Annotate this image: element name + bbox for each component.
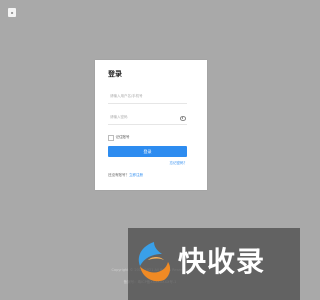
password-field[interactable]: 请输入密码 bbox=[108, 113, 187, 125]
app-logo-icon: ▪ bbox=[8, 8, 16, 17]
password-placeholder: 请输入密码 bbox=[110, 115, 128, 119]
login-links: 还没有账号？立即注册 忘记密码？ bbox=[108, 161, 188, 177]
login-card: 登录 请输入用户名/手机号 请输入密码 记住账号 登录 还没有账号？立即注册 忘… bbox=[95, 60, 207, 190]
watermark-overlay: 快收录 bbox=[128, 228, 300, 300]
remember-checkbox[interactable] bbox=[108, 135, 114, 141]
eye-icon[interactable] bbox=[180, 116, 186, 121]
remember-account[interactable]: 记住账号 bbox=[108, 135, 130, 141]
watermark-logo-icon bbox=[138, 242, 171, 282]
forgot-password-link[interactable]: 忘记密码？ bbox=[170, 161, 188, 166]
remember-label: 记住账号 bbox=[115, 135, 130, 140]
watermark-text: 快收录 bbox=[178, 245, 266, 278]
register-link[interactable]: 立即注册 bbox=[129, 173, 143, 177]
username-placeholder: 请输入用户名/手机号 bbox=[110, 94, 143, 98]
login-title: 登录 bbox=[108, 70, 122, 78]
login-button[interactable]: 登录 bbox=[108, 146, 187, 157]
login-button-label: 登录 bbox=[143, 149, 152, 154]
username-field[interactable]: 请输入用户名/手机号 bbox=[108, 92, 187, 104]
no-account-text: 还没有账号？ bbox=[108, 173, 129, 177]
